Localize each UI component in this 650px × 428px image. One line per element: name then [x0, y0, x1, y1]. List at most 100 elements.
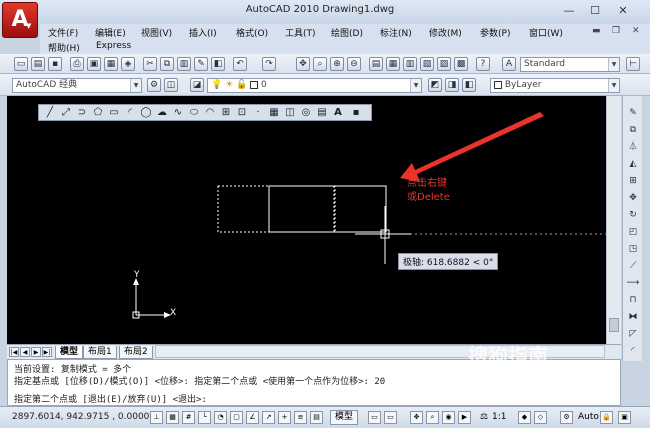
layer-previous-icon[interactable]: ◨: [445, 78, 459, 92]
gradient-icon[interactable]: ◫: [283, 106, 297, 119]
quick-properties-icon[interactable]: ▤: [310, 411, 323, 424]
workspace-save-icon[interactable]: ◫: [164, 78, 178, 92]
menu-file[interactable]: 文件(F): [48, 26, 78, 39]
scroll-thumb[interactable]: [609, 318, 619, 332]
array-icon[interactable]: ⊞: [626, 174, 640, 188]
markup-icon[interactable]: ▨: [437, 57, 451, 71]
undo-icon[interactable]: ↶: [233, 57, 247, 71]
zoom-window-icon[interactable]: ⊕: [330, 57, 344, 71]
auto-label[interactable]: Auto: [578, 412, 599, 422]
menu-insert[interactable]: 插入(I): [189, 26, 217, 39]
multiline-text-icon[interactable]: A: [331, 106, 345, 119]
publish-icon[interactable]: ▦: [104, 57, 118, 71]
copy-object-icon[interactable]: ⧉: [626, 123, 640, 137]
redo-icon[interactable]: ↷: [262, 57, 276, 71]
toolbar-lock-icon[interactable]: 🔒: [600, 411, 613, 424]
infer-constraints-icon[interactable]: ⊥: [150, 411, 163, 424]
doc-close-icon[interactable]: ✕: [632, 26, 640, 36]
calculator-icon[interactable]: ▩: [454, 57, 468, 71]
scale-icon[interactable]: ◰: [626, 225, 640, 239]
menu-format[interactable]: 格式(O): [236, 26, 268, 39]
menu-draw[interactable]: 绘图(D): [331, 26, 363, 39]
make-block-icon[interactable]: ⊡: [235, 106, 249, 119]
polyline-icon[interactable]: ⊃: [75, 106, 89, 119]
rectangle-icon[interactable]: ▭: [107, 106, 121, 119]
help-icon[interactable]: ?: [476, 57, 490, 71]
break-icon[interactable]: ⊓: [626, 293, 640, 307]
doc-restore-icon[interactable]: ❐: [612, 26, 620, 36]
maximize-button[interactable]: ☐: [584, 3, 606, 19]
tab-layout1[interactable]: 布局1: [83, 346, 117, 359]
pan-status-icon[interactable]: ✥: [410, 411, 423, 424]
ellipse-icon[interactable]: ⬭: [187, 106, 201, 119]
annotation-scale-value[interactable]: 1:1: [492, 412, 506, 422]
quick-view-layouts-icon[interactable]: ▭: [368, 411, 381, 424]
design-center-icon[interactable]: ▦: [386, 57, 400, 71]
spline-icon[interactable]: ∿: [171, 106, 185, 119]
clean-screen-icon[interactable]: ▣: [618, 411, 631, 424]
dynamic-input-icon[interactable]: +: [278, 411, 291, 424]
close-button[interactable]: ✕: [612, 3, 634, 19]
menu-parametric[interactable]: 参数(P): [480, 26, 510, 39]
offset-icon[interactable]: ◭: [626, 157, 640, 171]
menu-edit[interactable]: 编辑(E): [95, 26, 126, 39]
stretch-icon[interactable]: ◳: [626, 242, 640, 256]
polar-tracking-icon[interactable]: ◔: [214, 411, 227, 424]
workspace-select[interactable]: AutoCAD 经典 ▼: [12, 78, 142, 93]
menu-window[interactable]: 窗口(W): [529, 26, 563, 39]
layer-properties-icon[interactable]: ◪: [190, 78, 204, 92]
grid-display-icon[interactable]: #: [182, 411, 195, 424]
vertical-scrollbar[interactable]: [606, 96, 621, 346]
zoom-realtime-icon[interactable]: ⌕: [313, 57, 327, 71]
application-menu-button[interactable]: A: [2, 2, 38, 38]
model-space-button[interactable]: 模型: [330, 410, 359, 425]
chamfer-icon[interactable]: ◸: [626, 327, 640, 341]
linetype-select[interactable]: ByLayer ▼: [490, 78, 620, 93]
rectangle-copy[interactable]: [268, 185, 387, 233]
print-icon[interactable]: ⎙: [70, 57, 84, 71]
print-preview-icon[interactable]: ▣: [87, 57, 101, 71]
dynamic-ucs-icon[interactable]: ↗: [262, 411, 275, 424]
prev-tab-icon[interactable]: ◀: [20, 347, 30, 357]
workspace-settings-icon[interactable]: ⚙: [147, 78, 161, 92]
layer-select[interactable]: 💡 ☀ 🔓 0 ▼: [207, 78, 422, 93]
paste-icon[interactable]: ▥: [177, 57, 191, 71]
sheet-set-icon[interactable]: ▧: [420, 57, 434, 71]
hatch-icon[interactable]: ▦: [267, 106, 281, 119]
zoom-previous-icon[interactable]: ⊖: [347, 57, 361, 71]
construction-line-icon[interactable]: ⤢: [59, 106, 73, 119]
object-snap-icon[interactable]: ▢: [230, 411, 243, 424]
minimize-button[interactable]: —: [558, 3, 580, 19]
trim-icon[interactable]: ⟋: [626, 259, 640, 273]
menu-help[interactable]: 帮助(H): [48, 41, 80, 54]
command-prompt[interactable]: 指定第二个点或 [退出(E)/放弃(U)] <退出>:: [14, 392, 207, 405]
extend-icon[interactable]: ⟶: [626, 276, 640, 290]
menu-dimension[interactable]: 标注(N): [380, 26, 412, 39]
open-folder-icon[interactable]: ▤: [31, 57, 45, 71]
menu-modify[interactable]: 修改(M): [429, 26, 462, 39]
annotation-visibility-icon[interactable]: ◆: [518, 411, 531, 424]
menu-express[interactable]: Express: [96, 41, 131, 51]
block-editor-icon[interactable]: ◧: [211, 57, 225, 71]
layer-states-icon[interactable]: ◧: [462, 78, 476, 92]
coordinate-readout[interactable]: 2897.6014, 942.9715 , 0.0000: [12, 412, 149, 422]
move-icon[interactable]: ✥: [626, 191, 640, 205]
copy-icon[interactable]: ⧉: [160, 57, 174, 71]
polygon-icon[interactable]: ⬠: [91, 106, 105, 119]
tool-palettes-icon[interactable]: ▥: [403, 57, 417, 71]
dimension-style-icon[interactable]: ⊢: [626, 57, 640, 71]
quick-view-drawings-icon[interactable]: ▭: [384, 411, 397, 424]
save-icon[interactable]: ▪: [48, 57, 62, 71]
match-properties-icon[interactable]: ✎: [194, 57, 208, 71]
circle-icon[interactable]: ◯: [139, 106, 153, 119]
properties-icon[interactable]: ▤: [369, 57, 383, 71]
snap-mode-icon[interactable]: ▦: [166, 411, 179, 424]
ellipse-arc-icon[interactable]: ◠: [203, 106, 217, 119]
doc-minimize-icon[interactable]: ▬: [592, 26, 601, 36]
menu-view[interactable]: 视图(V): [141, 26, 172, 39]
selected-rectangle-left[interactable]: [217, 185, 336, 233]
workspace-switching-icon[interactable]: ⚙: [560, 411, 573, 424]
make-current-layer-icon[interactable]: ◩: [428, 78, 442, 92]
mirror-icon[interactable]: ⏃: [626, 140, 640, 154]
ortho-mode-icon[interactable]: └: [198, 411, 211, 424]
